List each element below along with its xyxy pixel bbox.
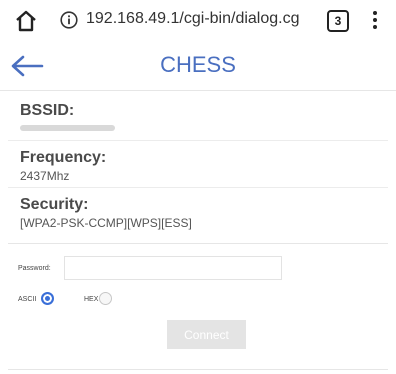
network-info: BSSID: Frequency: 2437Mhz Security: [WPA… (8, 94, 388, 234)
home-icon (16, 10, 36, 32)
page-header: CHESS (0, 42, 396, 91)
home-button[interactable] (13, 8, 39, 34)
encoding-radio-group: ASCII HEX (18, 289, 218, 309)
redacted-bssid (20, 125, 115, 131)
more-vert-icon[interactable] (372, 9, 378, 31)
address-bar[interactable]: 192.168.49.1/cgi-bin/dialog.cg (53, 4, 338, 36)
security-label: Security: (20, 196, 89, 213)
frequency-label: Frequency: (20, 149, 107, 166)
ascii-radio[interactable] (41, 292, 54, 305)
security-value: [WPA2-PSK-CCMP][WPS][ESS] (20, 216, 192, 230)
page-title: CHESS (160, 52, 236, 77)
password-label: Password: (18, 265, 51, 272)
password-input[interactable] (64, 256, 282, 280)
tabs-button[interactable]: 3 (327, 10, 349, 32)
hex-label: HEX (84, 296, 99, 303)
divider (8, 369, 388, 370)
ascii-label: ASCII (18, 296, 37, 303)
connect-button[interactable]: Connect (167, 320, 246, 349)
bssid-label: BSSID: (20, 102, 75, 119)
bssid-row: BSSID: (8, 94, 388, 141)
info-icon[interactable] (60, 11, 78, 29)
frequency-value: 2437Mhz (20, 169, 70, 183)
security-row: Security: [WPA2-PSK-CCMP][WPS][ESS] (8, 188, 388, 234)
password-form: Password: ASCII HEX Connect (8, 243, 388, 372)
url-text[interactable]: 192.168.49.1/cgi-bin/dialog.cg (86, 10, 300, 28)
frequency-row: Frequency: 2437Mhz (8, 141, 388, 188)
tab-count: 3 (334, 14, 342, 28)
bssid-value (20, 122, 388, 136)
browser-toolbar: 192.168.49.1/cgi-bin/dialog.cg 3 (0, 0, 396, 40)
hex-radio[interactable] (99, 292, 112, 305)
